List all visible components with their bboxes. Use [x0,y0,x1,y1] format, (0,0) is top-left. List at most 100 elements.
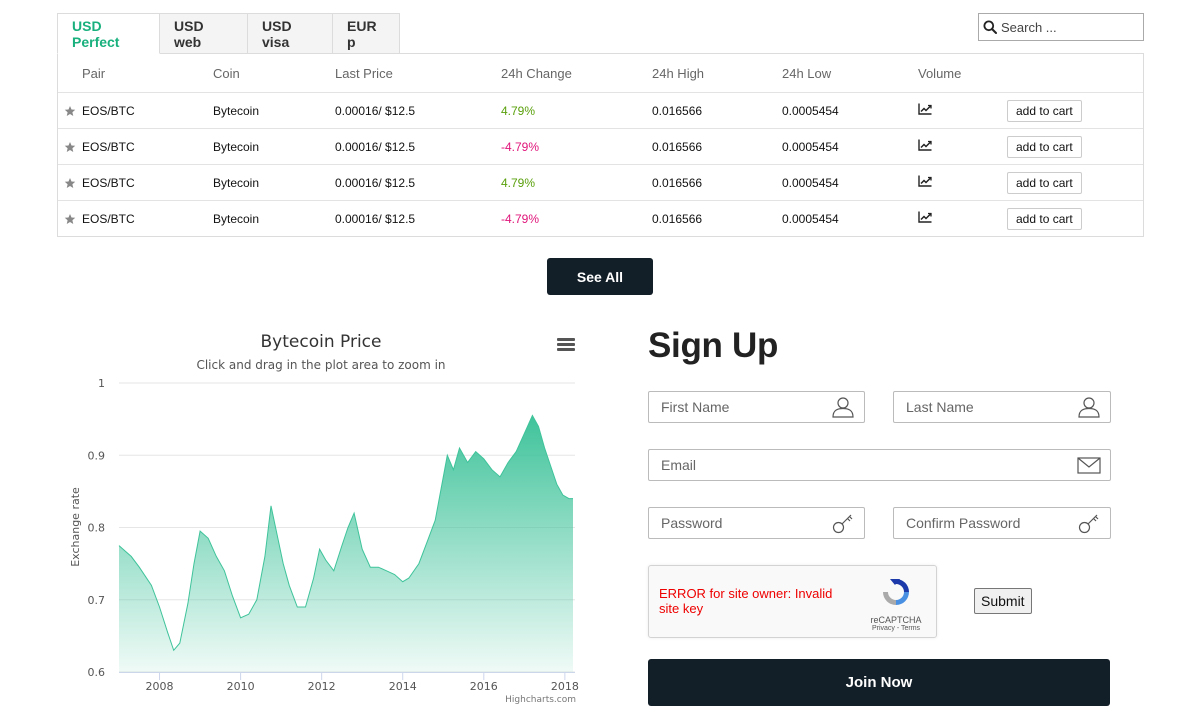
y-tick-label: 1 [98,377,105,390]
star-icon[interactable] [64,177,76,189]
tab-eur-p[interactable]: EUR p [333,13,400,54]
coin-cell: Bytecoin [213,139,260,154]
add-to-cart-button[interactable]: add to cart [1007,171,1082,194]
chart-menu-icon[interactable] [557,338,575,352]
recaptcha-logo: reCAPTCHA Privacy - Terms [866,576,926,632]
y-tick-label: 0.7 [88,594,106,607]
pair-cell: EOS/BTC [82,211,135,226]
trend-chart-icon[interactable] [918,139,932,151]
coin-cell: Bytecoin [213,103,260,118]
first-name-field [648,391,865,423]
recaptcha-widget[interactable]: ERROR for site owner: Invalid site key r… [648,565,937,638]
x-tick-label: 2012 [308,680,336,693]
currency-tabs: USD Perfect USD web USD visa EUR p [57,13,1144,54]
low-cell: 0.0005454 [782,103,839,118]
confirm-password-input[interactable] [894,515,1076,531]
star-icon[interactable] [64,213,76,225]
password-input[interactable] [649,515,830,531]
price-chart-svg[interactable]: Bytecoin Price Click and drag in the plo… [57,320,597,710]
change-cell: 4.79% [501,103,536,118]
price-chart[interactable]: Bytecoin Price Click and drag in the plo… [57,320,597,710]
trend-chart-icon[interactable] [918,175,932,187]
high-cell: 0.016566 [652,103,703,118]
low-cell: 0.0005454 [782,211,839,226]
column-header-coin: Coin [213,65,240,81]
recaptcha-logo-icon [883,579,909,605]
table-row: EOS/BTC Bytecoin 0.00016/ $12.5 4.79% 0.… [58,164,1143,200]
pair-cell: EOS/BTC [82,175,135,190]
coin-cell: Bytecoin [213,211,260,226]
recaptcha-terms-link[interactable]: Privacy - Terms [866,625,926,632]
table-row: EOS/BTC Bytecoin 0.00016/ $12.5 -4.79% 0… [58,200,1143,236]
y-axis-label: Exchange rate [69,487,82,567]
x-tick-label: 2010 [227,680,255,693]
change-cell: 4.79% [501,175,536,190]
x-tick-label: 2014 [389,680,417,693]
column-header-last-price: Last Price [335,65,393,81]
x-tick-label: 2016 [470,680,498,693]
add-to-cart-button[interactable]: add to cart [1007,135,1082,158]
column-header-volume: Volume [918,65,962,81]
trend-chart-icon[interactable] [918,103,932,115]
market-table: Pair Coin Last Price 24h Change 24h High… [57,53,1144,237]
join-now-button[interactable]: Join Now [648,659,1110,706]
recaptcha-brand: reCAPTCHA [870,615,922,625]
x-tick-label: 2018 [551,680,579,693]
pair-cell: EOS/BTC [82,139,135,154]
user-icon [1078,397,1100,418]
last-name-field [893,391,1111,423]
x-tick-label: 2008 [146,680,174,693]
chart-subtitle: Click and drag in the plot area to zoom … [196,358,445,372]
tab-usd-visa[interactable]: USD visa [248,13,333,54]
recaptcha-error-message: ERROR for site owner: Invalid site key [659,586,833,616]
low-cell: 0.0005454 [782,139,839,154]
add-to-cart-button[interactable]: add to cart [1007,99,1082,122]
table-row: EOS/BTC Bytecoin 0.00016/ $12.5 -4.79% 0… [58,128,1143,164]
column-header-24h-high: 24h High [652,65,705,81]
column-header-24h-low: 24h Low [782,65,832,81]
password-field [648,507,865,539]
see-all-button[interactable]: See All [547,258,653,295]
y-tick-label: 0.8 [88,522,106,535]
last-price-cell: 0.00016/ $12.5 [335,103,416,118]
high-cell: 0.016566 [652,211,703,226]
high-cell: 0.016566 [652,139,703,154]
last-price-cell: 0.00016/ $12.5 [335,175,416,190]
tab-usd-web[interactable]: USD web [160,13,248,54]
trend-chart-icon[interactable] [918,211,932,223]
user-icon [832,397,854,418]
y-tick-label: 0.9 [88,449,106,462]
tab-usd-perfect[interactable]: USD Perfect [57,13,160,54]
signup-form: Sign Up ERROR [648,320,1118,713]
table-header: Pair Coin Last Price 24h Change 24h High… [58,54,1143,92]
change-cell: -4.79% [501,211,540,226]
submit-button[interactable]: Submit [974,588,1032,614]
first-name-input[interactable] [649,399,830,415]
pair-cell: EOS/BTC [82,103,135,118]
star-icon[interactable] [64,141,76,153]
key-icon [1078,514,1099,534]
confirm-password-field [893,507,1111,539]
high-cell: 0.016566 [652,175,703,190]
price-area-series[interactable] [119,415,573,673]
last-price-cell: 0.00016/ $12.5 [335,139,416,154]
chart-title: Bytecoin Price [261,332,382,352]
column-header-pair: Pair [82,65,106,81]
last-name-input[interactable] [894,399,1076,415]
low-cell: 0.0005454 [782,175,839,190]
email-field [648,449,1111,481]
column-header-24h-change: 24h Change [501,65,572,81]
change-cell: -4.79% [501,139,540,154]
envelope-icon [1077,457,1101,474]
email-input[interactable] [649,457,1076,473]
signup-title: Sign Up [648,326,779,365]
y-axis: 0.6 0.7 0.8 0.9 1 [88,377,106,679]
add-to-cart-button[interactable]: add to cart [1007,207,1082,230]
chart-credit[interactable]: Highcharts.com [505,695,576,705]
key-icon [832,514,853,534]
x-axis: 2008 2010 2012 2014 2016 2018 [119,672,579,693]
star-icon[interactable] [64,105,76,117]
last-price-cell: 0.00016/ $12.5 [335,211,416,226]
coin-cell: Bytecoin [213,175,260,190]
table-row: EOS/BTC Bytecoin 0.00016/ $12.5 4.79% 0.… [58,92,1143,128]
